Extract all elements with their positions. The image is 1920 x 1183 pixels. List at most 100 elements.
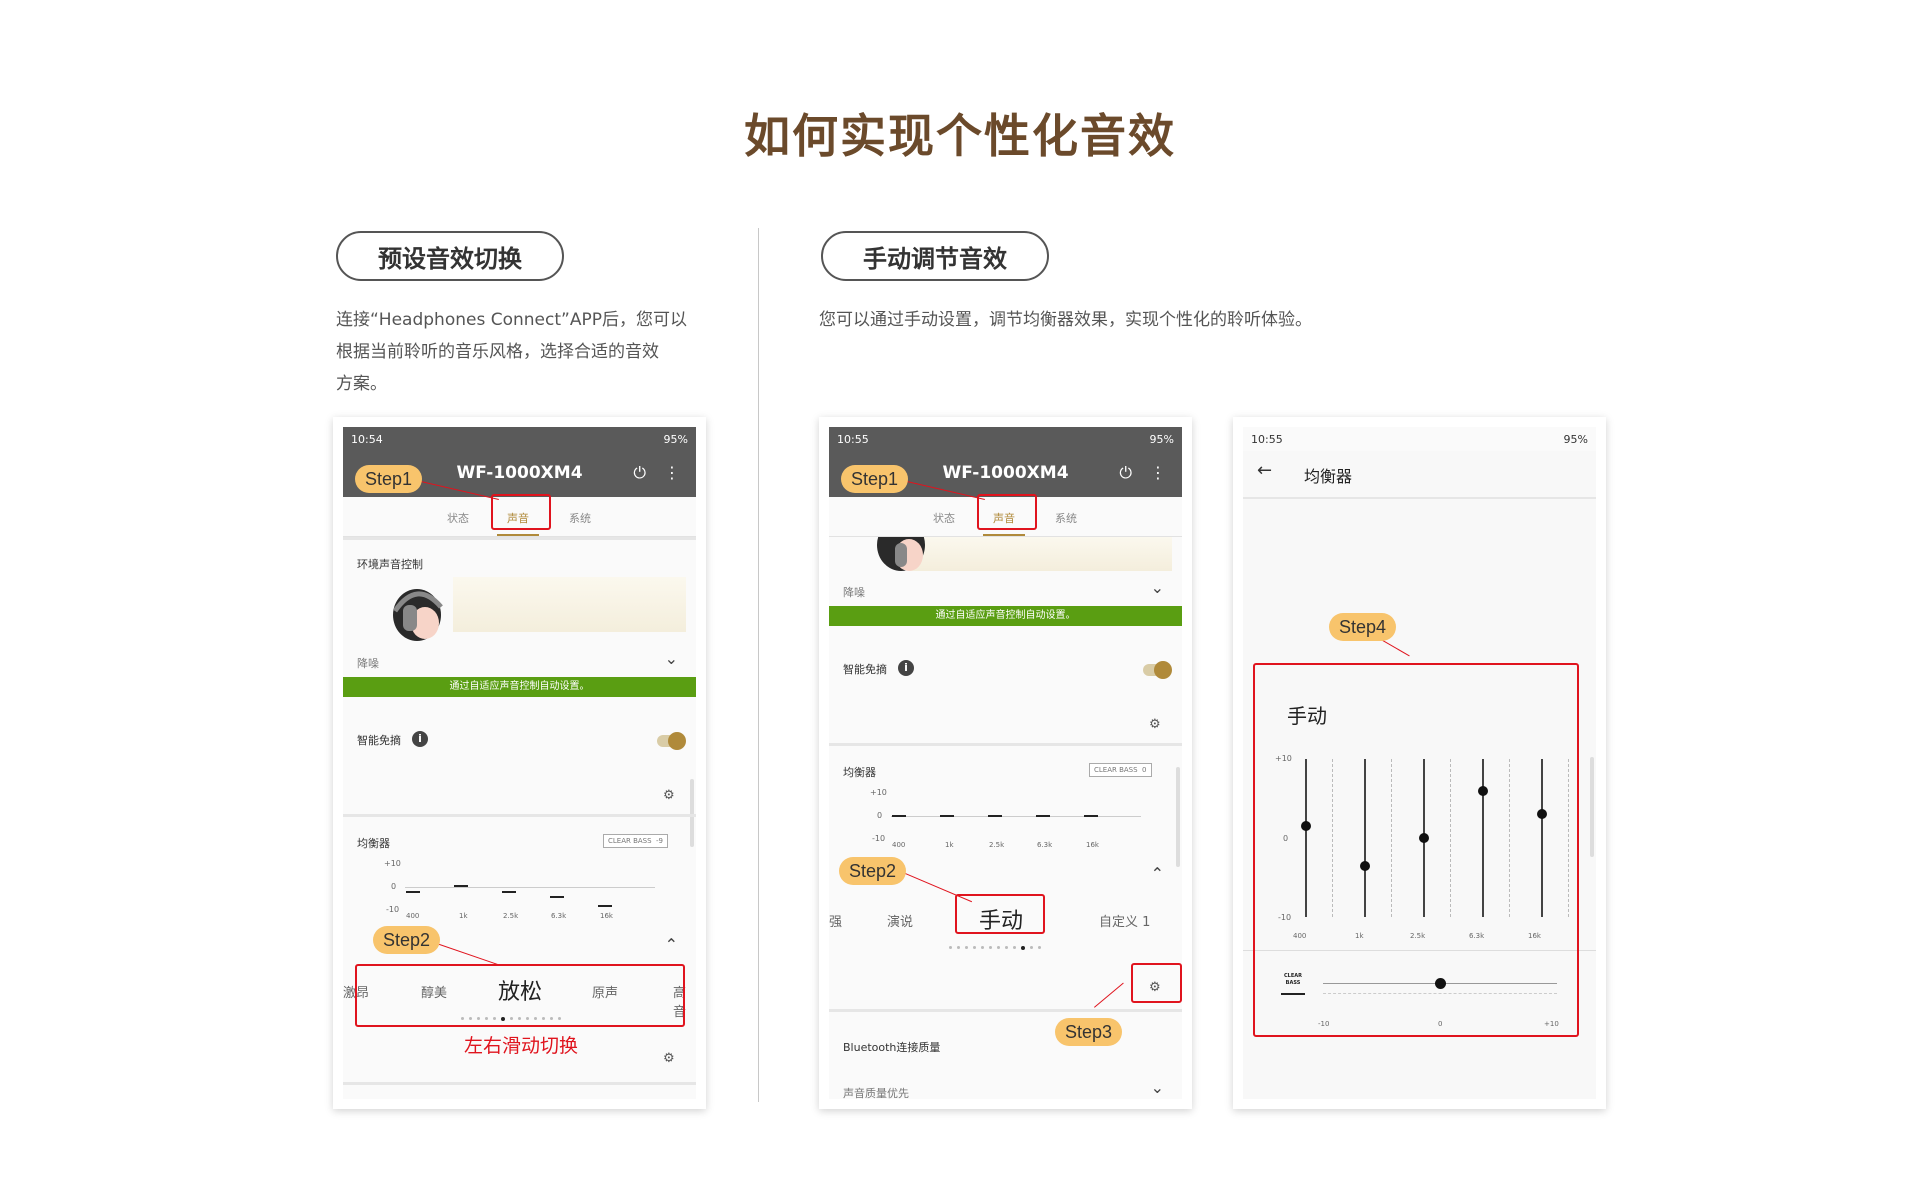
manual-adjust-pill: 手动调节音效 — [821, 231, 1049, 281]
left-desc-line-2: 根据当前聆听的音乐风格，选择合适的音效 — [336, 342, 659, 362]
separator — [829, 743, 1182, 746]
y-label: 0 — [877, 811, 883, 820]
preset-custom-1[interactable]: 自定义 1 — [1099, 911, 1150, 930]
speak-to-chat-toggle[interactable] — [1143, 661, 1172, 679]
x-label: 1k — [945, 841, 954, 849]
tab-underline — [983, 534, 1025, 536]
step2-badge: Step2 — [373, 926, 441, 954]
y-label: -10 — [872, 834, 886, 843]
separator — [1243, 497, 1596, 499]
page-dot-active — [1021, 946, 1025, 950]
separator — [343, 814, 696, 817]
step1-badge: Step1 — [355, 465, 423, 493]
eq-bar-400 — [892, 815, 906, 817]
eq-bar-6.3k — [550, 896, 564, 898]
status-time: 10:55 — [1251, 432, 1283, 446]
status-time: 10:54 — [351, 432, 383, 446]
more-menu-icon[interactable]: ⋮ — [1150, 463, 1166, 482]
x-label: 2.5k — [503, 912, 519, 920]
x-label: 6.3k — [1037, 841, 1053, 849]
eq-zero-line — [405, 887, 655, 888]
page-dot — [1038, 946, 1041, 949]
clear-bass-badge: CLEAR BASS -9 — [603, 834, 669, 848]
city-skyline-illustration — [909, 537, 1172, 571]
more-menu-icon[interactable]: ⋮ — [664, 463, 680, 482]
city-skyline-illustration — [453, 577, 686, 632]
preset-switch-pill: 预设音效切换 — [336, 231, 564, 281]
left-desc-line-1: 连接“Headphones Connect”APP后，您可以 — [336, 310, 687, 330]
clear-bass-value: -9 — [656, 837, 664, 845]
gear-icon[interactable]: ⚙ — [663, 788, 675, 803]
page-dot — [973, 946, 976, 949]
status-battery: 95% — [663, 432, 688, 446]
separator — [343, 537, 696, 540]
status-battery: 95% — [1563, 432, 1588, 446]
chevron-up-icon[interactable]: ⌃ — [665, 935, 678, 954]
info-icon[interactable]: i — [412, 731, 428, 747]
status-time: 10:55 — [837, 432, 869, 446]
noise-cancel-label: 降噪 — [357, 657, 379, 670]
tab-underline — [497, 534, 539, 536]
x-label: 1k — [459, 912, 468, 920]
eq-bar-6.3k — [1036, 815, 1050, 817]
status-bar: 10:54 95% — [343, 427, 696, 451]
scrollbar[interactable] — [1590, 757, 1594, 857]
x-label: 6.3k — [551, 912, 567, 920]
power-icon[interactable]: ⏻ — [633, 463, 646, 483]
step3-highlight — [1131, 963, 1182, 1003]
y-label: 0 — [391, 882, 397, 891]
step2-badge: Step2 — [839, 857, 907, 885]
bluetooth-quality-label: Bluetooth连接质量 — [843, 1041, 941, 1054]
separator — [343, 1082, 696, 1085]
eq-bar-1k — [940, 815, 954, 817]
headphone-person-illustration — [877, 537, 925, 571]
preset-page-dots — [949, 946, 1041, 950]
tab-status[interactable]: 状态 — [447, 510, 469, 526]
preset-speech[interactable]: 演说 — [887, 911, 913, 930]
phone-3-screenshot: 10:55 95% ← 均衡器 手动 +10 0 -10 400 1k 2.5k… — [1233, 417, 1606, 1109]
eq-bar-16k — [1084, 815, 1098, 817]
step1-badge: Step1 — [841, 465, 909, 493]
page-dot — [957, 946, 960, 949]
eq-bar-1k — [454, 885, 468, 887]
power-icon[interactable]: ⏻ — [1119, 463, 1132, 483]
right-description: 您可以通过手动设置，调节均衡器效果，实现个性化的聆听体验。 — [819, 310, 1312, 330]
back-arrow-icon[interactable]: ← — [1257, 460, 1272, 481]
x-label: 400 — [892, 841, 906, 849]
x-label: 2.5k — [989, 841, 1005, 849]
speak-to-chat-toggle[interactable] — [657, 732, 686, 750]
noise-cancel-label: 降噪 — [843, 586, 865, 599]
tab-status[interactable]: 状态 — [933, 510, 955, 526]
page-dot — [1013, 946, 1016, 949]
x-label: 400 — [406, 912, 420, 920]
scrollbar[interactable] — [1176, 767, 1180, 867]
gear-icon[interactable]: ⚙ — [663, 1051, 675, 1066]
step4-highlight — [1253, 663, 1579, 1037]
equalizer-label: 均衡器 — [843, 766, 876, 779]
step4-badge: Step4 — [1329, 613, 1397, 641]
chevron-down-icon[interactable]: ⌄ — [1151, 1078, 1164, 1097]
gear-icon[interactable]: ⚙ — [1149, 717, 1161, 732]
page-title: 如何实现个性化音效 — [744, 109, 1176, 163]
chevron-up-icon[interactable]: ⌃ — [1151, 864, 1164, 883]
step3-badge: Step3 — [1055, 1018, 1123, 1046]
phone-1-screenshot: 10:54 95% WF-1000XM4 ⏻ ⋮ 状态 声音 系统 环境声音控制… — [333, 417, 706, 1109]
chevron-down-icon[interactable]: ⌄ — [665, 649, 678, 668]
scrollbar[interactable] — [690, 779, 694, 847]
tab-system[interactable]: 系统 — [569, 510, 591, 526]
chevron-down-icon[interactable]: ⌄ — [1151, 578, 1164, 597]
y-label: -10 — [386, 905, 400, 914]
swipe-caption: 左右滑动切换 — [464, 1035, 579, 1057]
clear-bass-text: CLEAR BASS — [1094, 766, 1138, 774]
page-dot — [1005, 946, 1008, 949]
ambient-sound-label: 环境声音控制 — [357, 558, 423, 571]
speak-to-chat-label: 智能免摘 — [357, 734, 401, 747]
y-label: +10 — [870, 788, 887, 797]
tab-system[interactable]: 系统 — [1055, 510, 1077, 526]
speak-to-chat-label: 智能免摘 — [843, 663, 887, 676]
x-label: 16k — [1086, 841, 1099, 849]
clear-bass-value: 0 — [1142, 766, 1147, 774]
info-icon[interactable]: i — [898, 660, 914, 676]
page-dot — [981, 946, 984, 949]
preset-strong[interactable]: 强 — [829, 911, 842, 930]
